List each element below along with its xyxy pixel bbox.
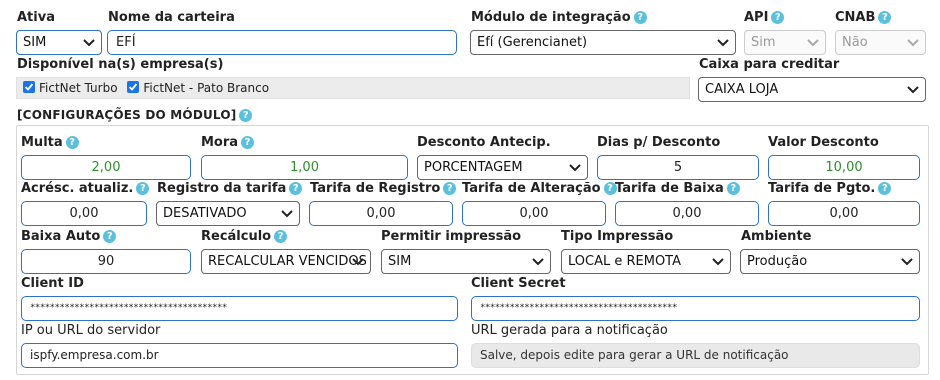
- tarifa-baixa-label: Tarifa de Baixa?: [615, 181, 740, 197]
- desconto-antecip-value: PORCENTAGEM: [424, 160, 523, 175]
- api-label: API?: [744, 10, 785, 26]
- empresa-label: FictNet - Pato Branco: [143, 81, 270, 95]
- ambiente-value: Produção: [747, 254, 808, 269]
- client-secret-label: Client Secret: [471, 276, 566, 291]
- api-value: Sim: [751, 35, 776, 50]
- modulo-integracao-label: Módulo de integração?: [471, 10, 647, 26]
- ativa-value: SIM: [23, 35, 47, 50]
- chevron-down-icon: [281, 210, 293, 218]
- multa-label: Multa?: [21, 135, 79, 151]
- registro-tarifa-label: Registro da tarifa?: [157, 181, 303, 197]
- nome-carteira-label: Nome da carteira: [108, 10, 235, 25]
- modulo-integracao-select[interactable]: Efí (Gerencianet): [470, 30, 736, 55]
- ambiente-label: Ambiente: [741, 229, 812, 244]
- ip-url-label: IP ou URL do servidor: [21, 323, 161, 338]
- client-id-label: Client ID: [21, 276, 84, 291]
- permitir-impressao-value: SIM: [388, 254, 412, 269]
- permitir-impressao-select[interactable]: SIM: [381, 249, 551, 274]
- chevron-down-icon: [569, 164, 581, 172]
- registro-tarifa-select[interactable]: DESATIVADO: [156, 201, 300, 226]
- tarifa-pgto-input[interactable]: 0,00: [768, 201, 920, 226]
- client-secret-input[interactable]: ****************************************: [471, 296, 920, 321]
- baixa-auto-input[interactable]: 90: [21, 249, 191, 274]
- chevron-down-icon: [352, 258, 364, 266]
- ip-url-input[interactable]: ispfy.empresa.com.br: [21, 343, 458, 368]
- desconto-antecip-select[interactable]: PORCENTAGEM: [417, 155, 588, 180]
- tarifa-registro-input[interactable]: 0,00: [309, 201, 453, 226]
- help-icon[interactable]: ?: [771, 11, 785, 24]
- recalculo-select[interactable]: RECALCULAR VENCIDOS: [201, 249, 371, 274]
- help-icon[interactable]: ?: [239, 109, 253, 122]
- help-icon[interactable]: ?: [726, 182, 740, 195]
- chevron-down-icon: [907, 86, 919, 94]
- empresa-label: FictNet Turbo: [39, 81, 118, 95]
- chevron-down-icon: [901, 258, 913, 266]
- nome-carteira-input[interactable]: EFÍ: [107, 30, 457, 55]
- tarifa-baixa-input[interactable]: 0,00: [615, 201, 759, 226]
- acresc-atualiz-label: Acrésc. atualiz.?: [21, 181, 150, 197]
- dias-desconto-input[interactable]: 5: [597, 155, 759, 180]
- tipo-impressao-label: Tipo Impressão: [561, 229, 674, 244]
- recalculo-label: Recálculo?: [201, 229, 288, 245]
- chevron-down-icon: [807, 39, 819, 47]
- help-icon[interactable]: ?: [878, 182, 892, 195]
- valor-desconto-input[interactable]: 10,00: [768, 155, 920, 180]
- mora-label: Mora?: [201, 135, 255, 151]
- help-icon[interactable]: ?: [103, 230, 117, 243]
- valor-desconto-label: Valor Desconto: [768, 135, 879, 150]
- chevron-down-icon: [712, 258, 724, 266]
- caixa-select[interactable]: CAIXA LOJA: [698, 77, 926, 102]
- tipo-impressao-select[interactable]: LOCAL e REMOTA: [561, 249, 731, 274]
- section-title: [CONFIGURAÇÕES DO MÓDULO]?: [17, 108, 253, 122]
- cnab-select[interactable]: Não: [835, 30, 926, 55]
- cnab-value: Não: [842, 35, 868, 50]
- ativa-select[interactable]: SIM: [16, 30, 102, 55]
- baixa-auto-label: Baixa Auto?: [21, 229, 117, 245]
- help-icon[interactable]: ?: [65, 136, 79, 149]
- chevron-down-icon: [717, 39, 729, 47]
- dias-desconto-label: Dias p/ Desconto: [597, 135, 721, 150]
- chevron-down-icon: [907, 39, 919, 47]
- empresas-label: Disponível na(s) empresa(s): [17, 57, 224, 72]
- empresa-checkbox-item[interactable]: FictNet - Pato Branco: [127, 81, 269, 95]
- modulo-integracao-value: Efí (Gerencianet): [477, 35, 588, 50]
- url-notificacao-field: Salve, depois edite para gerar a URL de …: [471, 343, 920, 368]
- api-select[interactable]: Sim: [744, 30, 826, 55]
- help-icon[interactable]: ?: [633, 11, 647, 24]
- registro-tarifa-value: DESATIVADO: [163, 206, 247, 221]
- ativa-label: Ativa: [17, 10, 55, 25]
- chevron-down-icon: [532, 258, 544, 266]
- recalculo-value: RECALCULAR VENCIDOS: [208, 254, 367, 269]
- multa-input[interactable]: 2,00: [21, 155, 191, 180]
- help-icon[interactable]: ?: [241, 136, 255, 149]
- caixa-label: Caixa para creditar: [699, 57, 840, 72]
- empresa-checkbox-item[interactable]: FictNet Turbo: [23, 81, 121, 95]
- tipo-impressao-value: LOCAL e REMOTA: [568, 254, 682, 269]
- desconto-antecip-label: Desconto Antecip.: [417, 135, 551, 150]
- caixa-value: CAIXA LOJA: [705, 82, 779, 97]
- mora-input[interactable]: 1,00: [201, 155, 408, 180]
- acresc-atualiz-input[interactable]: 0,00: [21, 201, 147, 226]
- tarifa-alteracao-label: Tarifa de Alteração?: [462, 181, 617, 197]
- help-icon[interactable]: ?: [274, 230, 288, 243]
- checkbox-checked-icon[interactable]: [127, 81, 140, 93]
- tarifa-registro-label: Tarifa de Registro?: [310, 181, 457, 197]
- help-icon[interactable]: ?: [878, 11, 892, 24]
- tarifa-pgto-label: Tarifa de Pgto.?: [768, 181, 892, 197]
- help-icon[interactable]: ?: [289, 182, 303, 195]
- permitir-impressao-label: Permitir impressão: [381, 229, 522, 244]
- url-notificacao-label: URL gerada para a notificação: [471, 323, 668, 338]
- help-icon[interactable]: ?: [443, 182, 457, 195]
- cnab-label: CNAB?: [835, 10, 892, 26]
- tarifa-alteracao-input[interactable]: 0,00: [462, 201, 606, 226]
- client-id-input[interactable]: ****************************************: [21, 296, 458, 321]
- help-icon[interactable]: ?: [136, 182, 150, 195]
- empresas-list: FictNet Turbo FictNet - Pato Branco: [16, 77, 690, 99]
- checkbox-checked-icon[interactable]: [23, 81, 35, 93]
- chevron-down-icon: [83, 39, 95, 47]
- ambiente-select[interactable]: Produção: [740, 249, 920, 274]
